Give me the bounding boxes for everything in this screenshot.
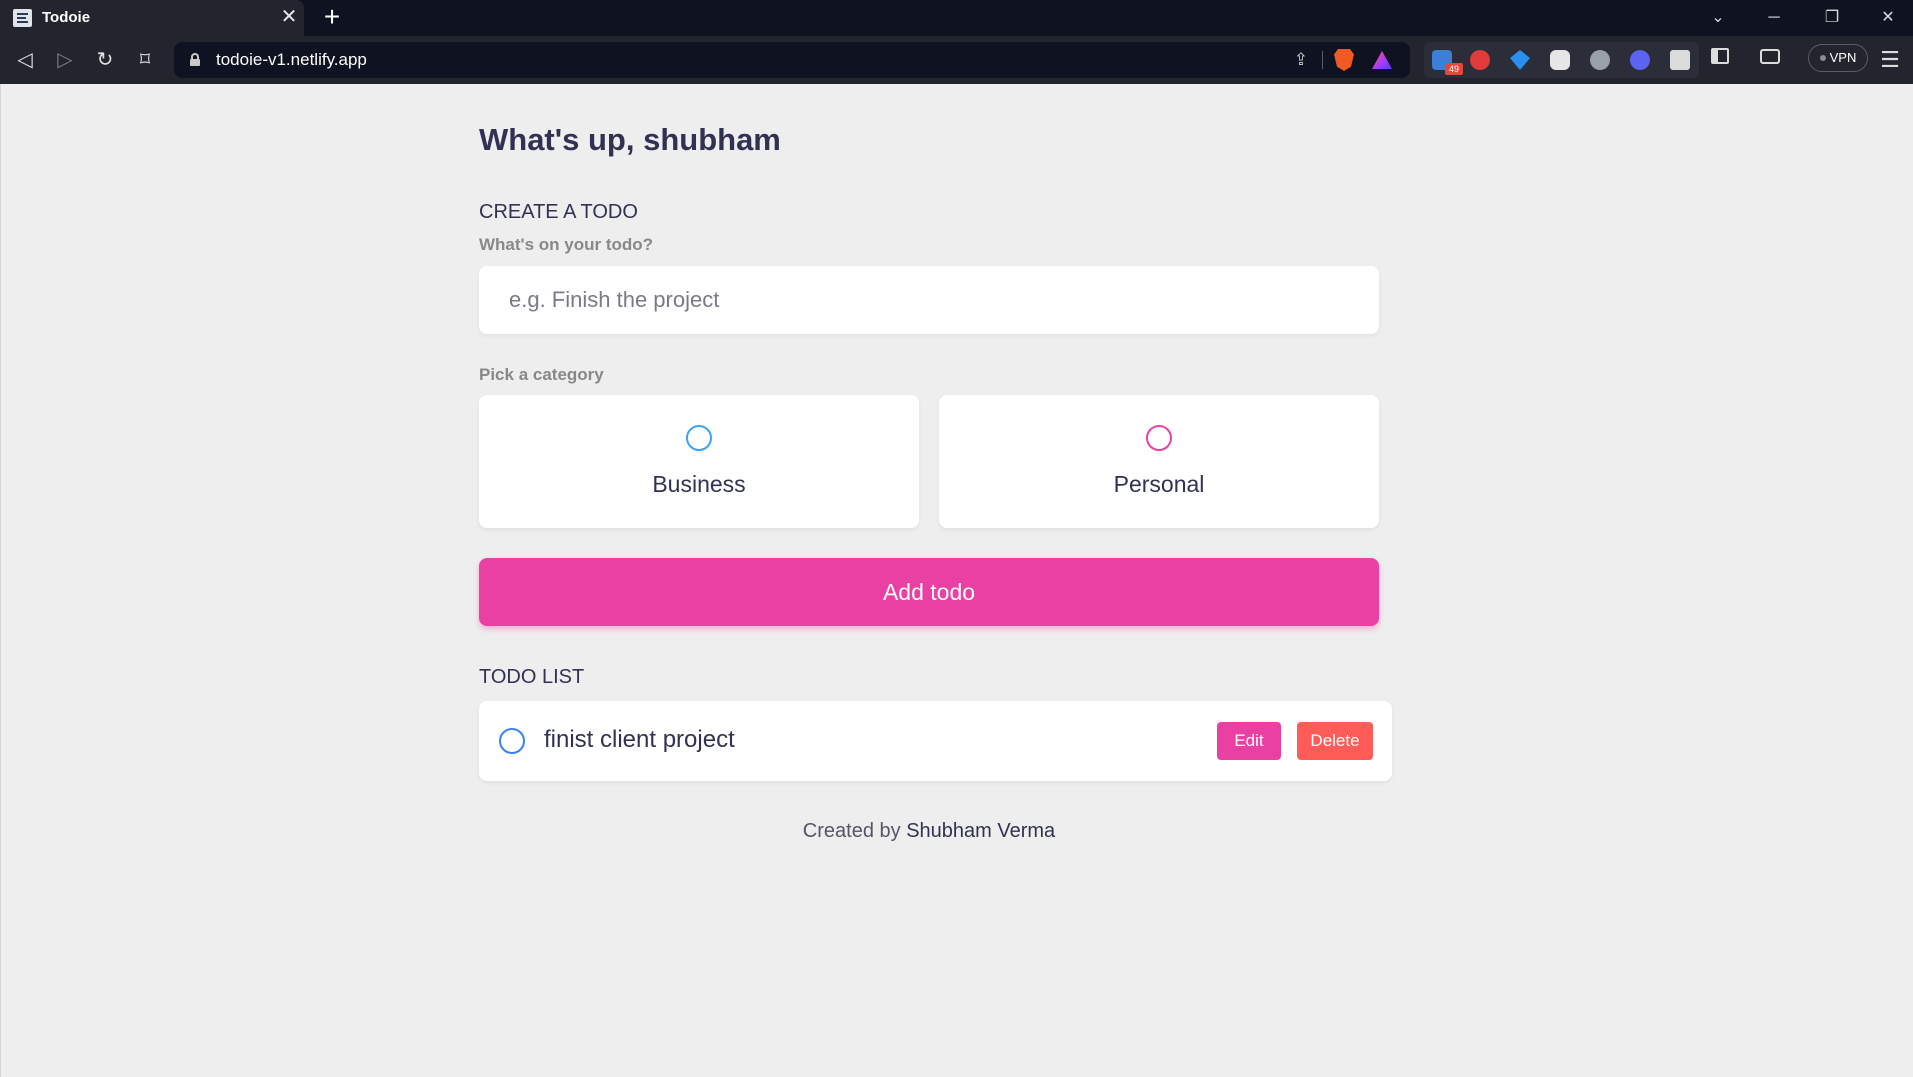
wallet-icon[interactable] — [1760, 49, 1780, 64]
extension-badge: 49 — [1445, 63, 1463, 75]
browser-tab[interactable]: Todoie ✕ — [0, 0, 304, 36]
bookmark-icon[interactable]: ⌑ — [132, 47, 158, 73]
restore-icon[interactable]: ❐ — [1820, 6, 1844, 30]
footer-author: Shubham Verma — [906, 820, 1056, 842]
close-window-icon[interactable]: ✕ — [1876, 6, 1900, 30]
personal-radio[interactable] — [1146, 425, 1172, 451]
extensions-group: 49 — [1424, 42, 1699, 78]
menu-icon[interactable]: ☰ — [1878, 46, 1902, 74]
todoie-favicon-icon — [13, 9, 32, 27]
category-personal-option[interactable]: Personal — [939, 395, 1379, 528]
footer: Created by Shubham Verma — [479, 820, 1379, 843]
browser-toolbar: ◁ ▷ ↻ ⌑ todoie-v1.netlify.app ⇪ 49 VPN ☰ — [0, 36, 1913, 84]
lock-icon[interactable] — [190, 53, 200, 66]
footer-prefix: Created by — [802, 820, 901, 842]
todo-input[interactable] — [479, 266, 1379, 334]
reload-icon[interactable]: ↻ — [92, 47, 118, 73]
extension-glasses-icon[interactable] — [1590, 50, 1610, 70]
todo-complete-checkbox[interactable] — [499, 728, 525, 754]
address-bar[interactable]: todoie-v1.netlify.app ⇪ — [174, 42, 1410, 78]
brave-rewards-icon[interactable] — [1372, 51, 1392, 69]
share-icon[interactable]: ⇪ — [1290, 50, 1312, 70]
browser-tab-bar: Todoie ✕ + ⌄ ─ ❐ ✕ — [0, 0, 1913, 36]
new-tab-icon[interactable]: + — [318, 3, 346, 31]
forward-icon[interactable]: ▷ — [52, 47, 78, 73]
extension-alarm-icon[interactable] — [1470, 50, 1490, 70]
url-text[interactable]: todoie-v1.netlify.app — [216, 50, 367, 70]
vpn-status-dot — [1819, 55, 1826, 61]
extension-grid-icon[interactable]: 49 — [1432, 50, 1463, 75]
extension-power-icon[interactable] — [1550, 50, 1570, 70]
extension-gem-icon[interactable] — [1510, 50, 1530, 70]
minimize-icon[interactable]: ─ — [1762, 6, 1786, 30]
delete-todo-button[interactable]: Delete — [1297, 722, 1373, 760]
page-content: What's up, shubham CREATE A TODO What's … — [0, 84, 1913, 1077]
tab-title: Todoie — [42, 9, 91, 26]
create-section-title: CREATE A TODO — [479, 201, 638, 223]
business-radio[interactable] — [686, 425, 712, 451]
category-label: Pick a category — [479, 365, 604, 384]
vpn-label: VPN — [1829, 50, 1857, 65]
back-icon[interactable]: ◁ — [12, 47, 38, 73]
extension-starburst-icon[interactable] — [1630, 50, 1650, 70]
vpn-button[interactable]: VPN — [1808, 44, 1868, 72]
category-business-option[interactable]: Business — [479, 395, 919, 528]
todo-input-label: What's on your todo? — [479, 235, 654, 254]
greeting-title: What's up, shubham — [479, 122, 781, 157]
tab-search-chevron-icon[interactable]: ⌄ — [1706, 6, 1730, 30]
todo-item: finist client project Edit Delete — [479, 701, 1392, 781]
category-personal-label: Personal — [1113, 471, 1205, 497]
tab-close-icon[interactable]: ✕ — [278, 6, 300, 28]
todo-text: finist client project — [544, 726, 735, 753]
category-business-label: Business — [652, 471, 746, 497]
todo-list-title: TODO LIST — [479, 666, 585, 688]
extensions-puzzle-icon[interactable] — [1670, 50, 1690, 70]
add-todo-button[interactable]: Add todo — [479, 558, 1379, 626]
omnibox-divider — [1322, 51, 1323, 69]
sidebar-icon[interactable] — [1711, 48, 1729, 64]
edit-todo-button[interactable]: Edit — [1217, 722, 1281, 760]
brave-shields-icon[interactable] — [1334, 49, 1354, 71]
